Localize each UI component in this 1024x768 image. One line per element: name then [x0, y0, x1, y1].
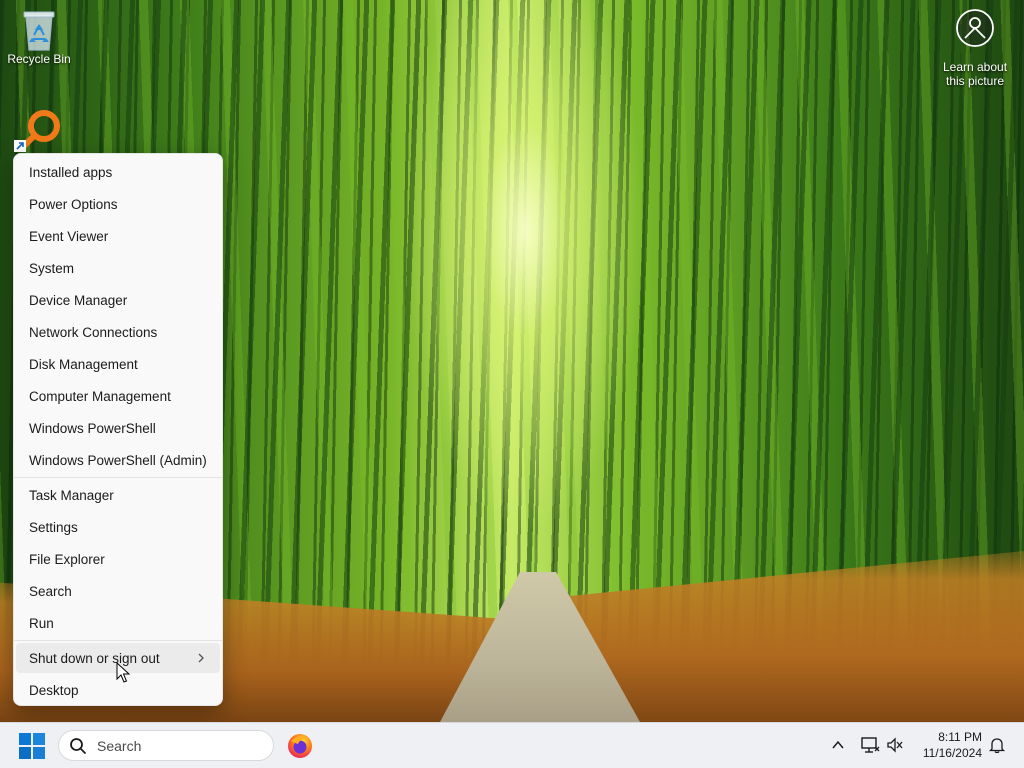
- menu-item-power-options[interactable]: Power Options: [16, 189, 220, 219]
- bell-icon[interactable]: [988, 736, 1006, 754]
- menu-item-installed-apps[interactable]: Installed apps: [16, 157, 220, 187]
- menu-item-label: Network Connections: [29, 324, 158, 340]
- windows-logo-icon[interactable]: [18, 732, 46, 760]
- menu-separator: [14, 477, 222, 478]
- learn-about-picture-shortcut[interactable]: Learn about this picture: [934, 8, 1016, 88]
- menu-item-search[interactable]: Search: [16, 576, 220, 606]
- menu-item-device-manager[interactable]: Device Manager: [16, 285, 220, 315]
- menu-item-label: Search: [29, 583, 72, 599]
- network-icon[interactable]: [860, 735, 880, 755]
- menu-item-label: Installed apps: [29, 164, 113, 180]
- menu-item-settings[interactable]: Settings: [16, 512, 220, 542]
- menu-item-windows-powershell[interactable]: Windows PowerShell: [16, 413, 220, 443]
- taskbar-search-box[interactable]: [58, 730, 274, 761]
- menu-item-label: File Explorer: [29, 551, 105, 567]
- menu-item-file-explorer[interactable]: File Explorer: [16, 544, 220, 574]
- mouse-cursor-icon: [116, 662, 130, 683]
- menu-item-label: Desktop: [29, 682, 79, 698]
- menu-item-label: Event Viewer: [29, 228, 109, 244]
- search-input[interactable]: [95, 736, 259, 755]
- app-shortcut-icon[interactable]: [14, 106, 62, 154]
- menu-item-label: Shut down or sign out: [29, 650, 160, 666]
- menu-item-label: Power Options: [29, 196, 118, 212]
- system-clock[interactable]: 8:11 PM 11/16/2024: [912, 729, 982, 761]
- menu-item-windows-powershell-admin[interactable]: Windows PowerShell (Admin): [16, 445, 220, 475]
- menu-item-network-connections[interactable]: Network Connections: [16, 317, 220, 347]
- menu-item-system[interactable]: System: [16, 253, 220, 283]
- chevron-up-icon[interactable]: [830, 737, 846, 753]
- chevron-right-icon: [198, 653, 204, 663]
- menu-item-run[interactable]: Run: [16, 608, 220, 638]
- recycle-bin-label: Recycle Bin: [7, 52, 71, 66]
- menu-item-label: Windows PowerShell: [29, 420, 156, 436]
- taskbar: 8:11 PM 11/16/2024: [0, 722, 1024, 768]
- menu-item-disk-management[interactable]: Disk Management: [16, 349, 220, 379]
- volume-muted-icon[interactable]: [886, 736, 904, 754]
- learn-picture-label-line2: this picture: [945, 74, 1005, 88]
- search-icon: [70, 737, 86, 754]
- firefox-icon[interactable]: [287, 733, 313, 759]
- recycle-bin-shortcut[interactable]: Recycle Bin: [6, 8, 72, 66]
- menu-item-event-viewer[interactable]: Event Viewer: [16, 221, 220, 251]
- menu-item-task-manager[interactable]: Task Manager: [16, 480, 220, 510]
- menu-item-label: Computer Management: [29, 388, 171, 404]
- menu-item-computer-management[interactable]: Computer Management: [16, 381, 220, 411]
- winx-context-menu: Installed apps Power Options Event Viewe…: [13, 153, 223, 706]
- clock-date: 11/16/2024: [922, 746, 982, 760]
- learn-picture-label-line1: Learn about: [942, 60, 1008, 74]
- menu-item-label: Run: [29, 615, 54, 631]
- menu-item-label: Task Manager: [29, 487, 114, 503]
- menu-item-label: Settings: [29, 519, 78, 535]
- camera-location-icon: [956, 9, 994, 47]
- clock-time: 8:11 PM: [938, 730, 982, 744]
- menu-item-label: System: [29, 260, 75, 276]
- recycle-bin-icon: [23, 11, 55, 51]
- menu-item-label: Disk Management: [29, 356, 138, 372]
- menu-item-label: Windows PowerShell (Admin): [29, 452, 207, 468]
- menu-item-label: Device Manager: [29, 292, 128, 308]
- menu-separator: [14, 640, 222, 641]
